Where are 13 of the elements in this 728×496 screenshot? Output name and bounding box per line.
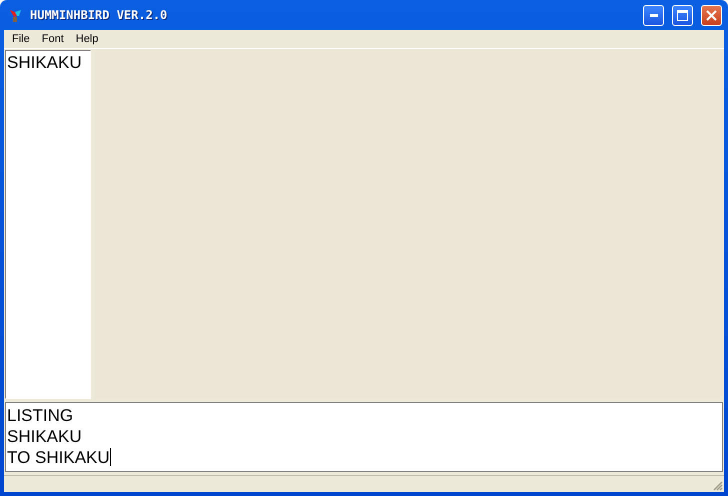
resize-grip-icon[interactable] <box>711 479 723 491</box>
list-item[interactable]: SHIKAKU <box>6 51 90 73</box>
close-icon <box>706 10 717 20</box>
menu-item[interactable]: Font <box>36 33 70 45</box>
maximize-button[interactable] <box>672 4 693 26</box>
menu-item[interactable]: File <box>6 33 36 45</box>
maximize-icon <box>677 10 688 20</box>
minimize-button[interactable] <box>643 4 664 26</box>
menu-item[interactable]: Help <box>70 33 104 45</box>
minimize-icon <box>650 14 658 16</box>
command-input[interactable]: LISTING SHIKAKU TO SHIKAKU <box>5 402 723 472</box>
close-button[interactable] <box>701 4 722 26</box>
window-title: HUMMINHBIRD VER.2.0 <box>30 8 168 22</box>
